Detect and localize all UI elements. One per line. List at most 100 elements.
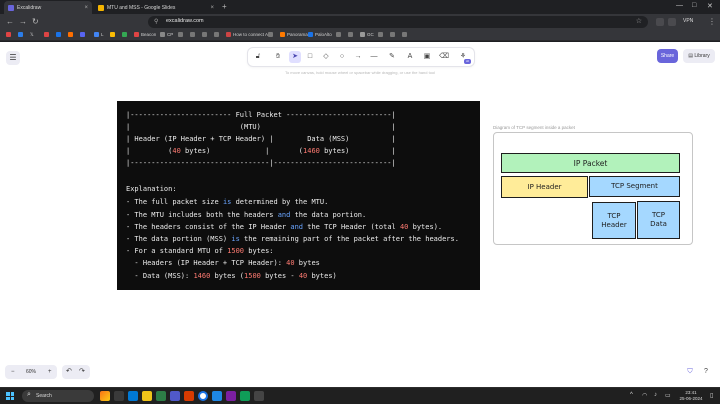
maximize-icon[interactable]: □ [692, 2, 696, 9]
bookmark-item[interactable] [110, 32, 115, 37]
file-explorer-icon[interactable] [142, 391, 152, 401]
site-info-icon[interactable]: ⚲ [154, 18, 158, 25]
app-icon[interactable] [240, 391, 250, 401]
tool-bar: 🔓︎ ✋︎ ➤ □ ◇ ○ → — ✎ A ▣ ⌫ ⚘ AI [248, 48, 474, 66]
close-icon[interactable]: × [210, 5, 214, 11]
zoom-out-button[interactable]: − [11, 365, 15, 379]
app-icon[interactable] [184, 391, 194, 401]
bookmark-item[interactable] [178, 32, 183, 37]
bookmark-item[interactable] [348, 32, 353, 37]
eraser-tool-icon[interactable]: ⌫ [438, 51, 450, 63]
bookmark-beacon[interactable]: Beacon [134, 32, 156, 37]
tab-google-slides[interactable]: MTU and MSS - Google Slides × [94, 1, 218, 14]
code-token: bytes). [408, 223, 443, 231]
diamond-tool-icon[interactable]: ◇ [320, 51, 332, 63]
code-token: bytes) [307, 272, 337, 280]
forward-icon[interactable]: → [19, 17, 27, 26]
tcp-header-box[interactable]: TCP Header [592, 202, 636, 239]
arrow-tool-icon[interactable]: → [352, 51, 364, 63]
bookmark-item[interactable] [44, 32, 49, 37]
bookmark-item[interactable] [202, 32, 207, 37]
bookmark-item[interactable] [6, 32, 11, 37]
taskbar: ⌕ Search ^ ◠ ♪ ▭ 23:41 25-06-2024 ▯ [0, 387, 720, 404]
hand-tool-icon[interactable]: ✋︎ [272, 51, 284, 63]
bookmark-item[interactable] [402, 32, 407, 37]
bookmark-panorama[interactable]: Panorama [280, 32, 308, 37]
clock-date: 25-06-2024 [679, 396, 703, 401]
bookmark-paloalto[interactable]: PaloAlto [308, 32, 332, 37]
bookmark-item[interactable] [214, 32, 219, 37]
bookmark-item[interactable] [18, 32, 23, 37]
line-tool-icon[interactable]: — [368, 51, 380, 63]
url-input[interactable]: ⚲ excalidraw.com ☆ [148, 16, 648, 28]
bookmark-item[interactable] [122, 32, 127, 37]
back-icon[interactable]: ← [6, 17, 14, 26]
undo-icon[interactable]: ↶ [66, 365, 72, 379]
bookmark-item[interactable]: L [94, 32, 104, 37]
bookmark-item[interactable] [80, 32, 85, 37]
bookmark-item[interactable] [56, 32, 61, 37]
bookmark-icon [160, 32, 165, 37]
pencil-tool-icon[interactable]: ✎ [386, 51, 398, 63]
taskbar-search[interactable]: ⌕ Search [22, 390, 94, 402]
app-icon[interactable] [128, 391, 138, 401]
minimize-icon[interactable]: — [676, 2, 683, 9]
bookmark-item[interactable] [268, 32, 273, 37]
zoom-in-button[interactable]: + [48, 365, 52, 379]
tray-chevron-icon[interactable]: ^ [630, 392, 633, 398]
tcp-data-box[interactable]: TCP Data [637, 201, 680, 239]
vpn-badge[interactable]: VPN [683, 18, 693, 24]
close-icon[interactable]: × [84, 5, 88, 11]
bookmark-how-to-connect[interactable]: How to connect A... [226, 32, 272, 37]
ellipse-tool-icon[interactable]: ○ [336, 51, 348, 63]
rectangle-tool-icon[interactable]: □ [304, 51, 316, 63]
bookmark-item[interactable]: 𝕏 [30, 32, 34, 38]
tab-excalidraw[interactable]: Excalidraw × [4, 1, 92, 14]
wifi-icon[interactable]: ◠ [642, 392, 647, 399]
volume-icon[interactable]: ♪ [654, 392, 657, 398]
shield-icon[interactable]: ⛉ [684, 365, 696, 379]
bookmark-item[interactable] [390, 32, 395, 37]
widgets-icon[interactable] [100, 391, 110, 401]
app-icon[interactable] [212, 391, 222, 401]
bookmark-icon [134, 32, 139, 37]
ip-header-box[interactable]: IP Header [501, 176, 588, 198]
reload-icon[interactable]: ↻ [32, 17, 39, 26]
image-tool-icon[interactable]: ▣ [421, 51, 433, 63]
code-block-image[interactable]: |------------------------ Full Packet --… [117, 101, 480, 290]
help-icon[interactable]: ? [700, 365, 712, 379]
task-view-icon[interactable] [114, 391, 124, 401]
redo-icon[interactable]: ↷ [79, 365, 85, 379]
extension-icon[interactable] [668, 18, 676, 26]
teams-icon[interactable] [170, 391, 180, 401]
windows-start-icon[interactable] [6, 392, 14, 400]
system-clock[interactable]: 23:41 25-06-2024 [676, 390, 706, 402]
battery-icon[interactable]: ▭ [665, 392, 671, 399]
chrome-icon[interactable] [198, 391, 208, 401]
bookmark-item[interactable] [378, 32, 383, 37]
extension-icon[interactable] [656, 18, 664, 26]
ip-packet-box[interactable]: IP Packet [501, 153, 680, 173]
lock-icon[interactable]: 🔓︎ [252, 51, 264, 63]
hamburger-menu-icon[interactable]: ☰ [6, 51, 20, 65]
bookmark-item[interactable] [68, 32, 73, 37]
notifications-icon[interactable]: ▯ [710, 392, 713, 399]
app-icon[interactable] [254, 391, 264, 401]
bookmark-cp[interactable]: CP [160, 32, 173, 37]
excalidraw-canvas[interactable]: ☰ 🔓︎ ✋︎ ➤ □ ◇ ○ → — ✎ A ▣ ⌫ ⚘ AI To move… [0, 42, 720, 387]
library-button[interactable]: ▤ Library [683, 49, 715, 63]
window-close-icon[interactable]: ✕ [707, 2, 713, 10]
tcp-segment-box[interactable]: TCP Segment [589, 176, 680, 197]
app-icon[interactable] [226, 391, 236, 401]
text-tool-icon[interactable]: A [404, 51, 416, 63]
bookmark-item[interactable] [336, 32, 341, 37]
bookmark-item[interactable] [190, 32, 195, 37]
bookmark-gc[interactable]: GC [360, 32, 374, 37]
app-icon[interactable] [156, 391, 166, 401]
bookmark-star-icon[interactable]: ☆ [636, 17, 642, 25]
new-tab-icon[interactable]: + [222, 2, 227, 11]
browser-menu-icon[interactable]: ⋮ [708, 17, 716, 26]
selection-tool-icon[interactable]: ➤ [289, 51, 301, 63]
zoom-level[interactable]: 60% [26, 365, 36, 379]
share-button[interactable]: Share [657, 49, 678, 63]
